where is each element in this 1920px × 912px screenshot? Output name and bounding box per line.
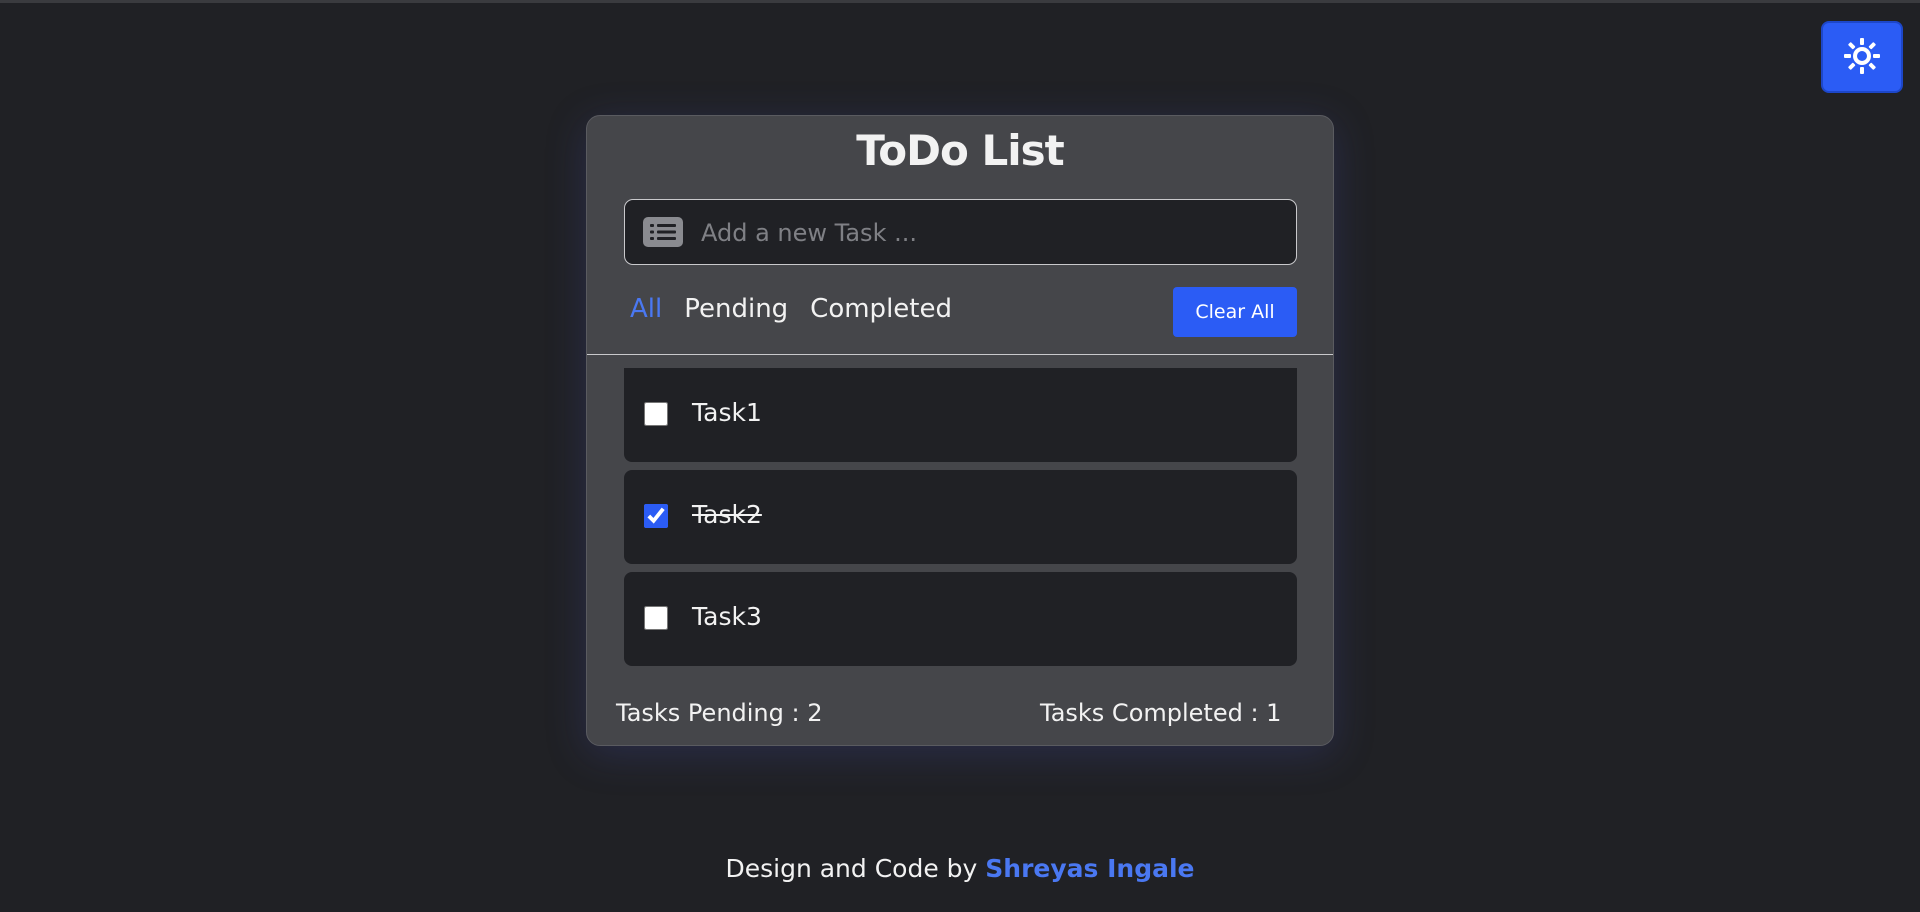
todo-card: ToDo List All Pending Completed Clear Al… bbox=[586, 115, 1334, 746]
author-link[interactable]: Shreyas Ingale bbox=[985, 854, 1194, 883]
top-border bbox=[0, 0, 1920, 3]
list-icon bbox=[643, 217, 683, 247]
tasks-completed-count: Tasks Completed : 1 bbox=[1040, 699, 1282, 727]
tab-completed[interactable]: Completed bbox=[810, 294, 952, 324]
page-title: ToDo List bbox=[856, 126, 1065, 175]
filter-tabs: All Pending Completed bbox=[630, 294, 952, 324]
sun-icon bbox=[1842, 36, 1882, 79]
footer: Design and Code by Shreyas Ingale bbox=[0, 854, 1920, 883]
task-input-wrapper bbox=[624, 199, 1297, 265]
task-checkbox[interactable] bbox=[644, 606, 668, 630]
task-input[interactable] bbox=[699, 200, 1283, 265]
clear-all-button[interactable]: Clear All bbox=[1173, 287, 1297, 337]
tasks-pending-count: Tasks Pending : 2 bbox=[616, 699, 823, 727]
task-item: Task3 bbox=[624, 572, 1297, 666]
task-checkbox[interactable] bbox=[644, 504, 668, 528]
task-list: Task1 Task2 Task3 bbox=[624, 368, 1297, 674]
theme-toggle-button[interactable] bbox=[1821, 21, 1903, 93]
tab-pending[interactable]: Pending bbox=[684, 294, 788, 324]
task-label: Task3 bbox=[692, 602, 762, 631]
tab-all[interactable]: All bbox=[630, 294, 662, 324]
divider bbox=[587, 354, 1333, 355]
task-item: Task2 bbox=[624, 470, 1297, 564]
footer-text: Design and Code by bbox=[725, 854, 978, 883]
task-label: Task1 bbox=[692, 398, 762, 427]
task-checkbox[interactable] bbox=[644, 402, 668, 426]
task-item: Task1 bbox=[624, 368, 1297, 462]
task-label: Task2 bbox=[692, 500, 762, 529]
